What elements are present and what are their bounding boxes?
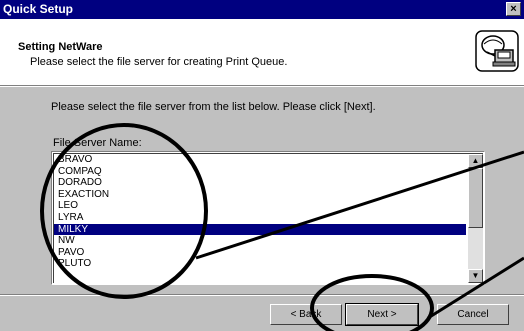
server-list-item[interactable]: LEO (54, 200, 466, 212)
server-list-item[interactable]: DORADO (54, 177, 466, 189)
scroll-thumb[interactable] (468, 168, 483, 228)
cancel-button[interactable]: Cancel (437, 304, 509, 325)
quick-setup-window: Quick Setup × Setting NetWare Please sel… (0, 0, 524, 331)
server-list-item[interactable]: COMPAQ (54, 166, 466, 178)
server-list-item[interactable]: NW (54, 235, 466, 247)
header-title: Setting NetWare (18, 41, 103, 53)
server-list-item[interactable]: PLUTO (54, 258, 466, 270)
wizard-header: Setting NetWare Please select the file s… (0, 19, 524, 85)
instruction-text: Please select the file server from the l… (51, 101, 376, 113)
close-icon: × (510, 3, 517, 15)
scroll-up-button[interactable]: ▲ (468, 154, 483, 168)
window-title: Quick Setup (3, 2, 74, 16)
file-server-label: File Server Name: (53, 137, 142, 149)
server-list-item[interactable]: EXACTION (54, 189, 466, 201)
next-button[interactable]: Next > (345, 303, 419, 326)
server-list-item[interactable]: MILKY (54, 223, 466, 236)
printer-network-icon (475, 30, 519, 72)
server-list-item[interactable]: LYRA (54, 212, 466, 224)
footer-divider (0, 294, 524, 296)
vertical-scrollbar[interactable]: ▲ ▼ (468, 154, 483, 283)
scroll-down-button[interactable]: ▼ (468, 269, 483, 283)
title-bar: Quick Setup × (0, 0, 524, 19)
file-server-listbox[interactable]: BRAVO COMPAQ DORADO EXACTION LEO LYRA MILKY NW P… (51, 151, 485, 285)
server-list-item[interactable]: BRAVO (54, 154, 466, 166)
back-button[interactable]: < Back (270, 304, 342, 325)
server-list: BRAVO COMPAQ DORADO EXACTION LEO LYRA MILKY NW P… (54, 154, 466, 270)
header-divider (0, 85, 524, 87)
server-list-item[interactable]: PAVO (54, 247, 466, 259)
close-button[interactable]: × (506, 2, 521, 16)
header-subtitle: Please select the file server for creati… (30, 56, 288, 68)
